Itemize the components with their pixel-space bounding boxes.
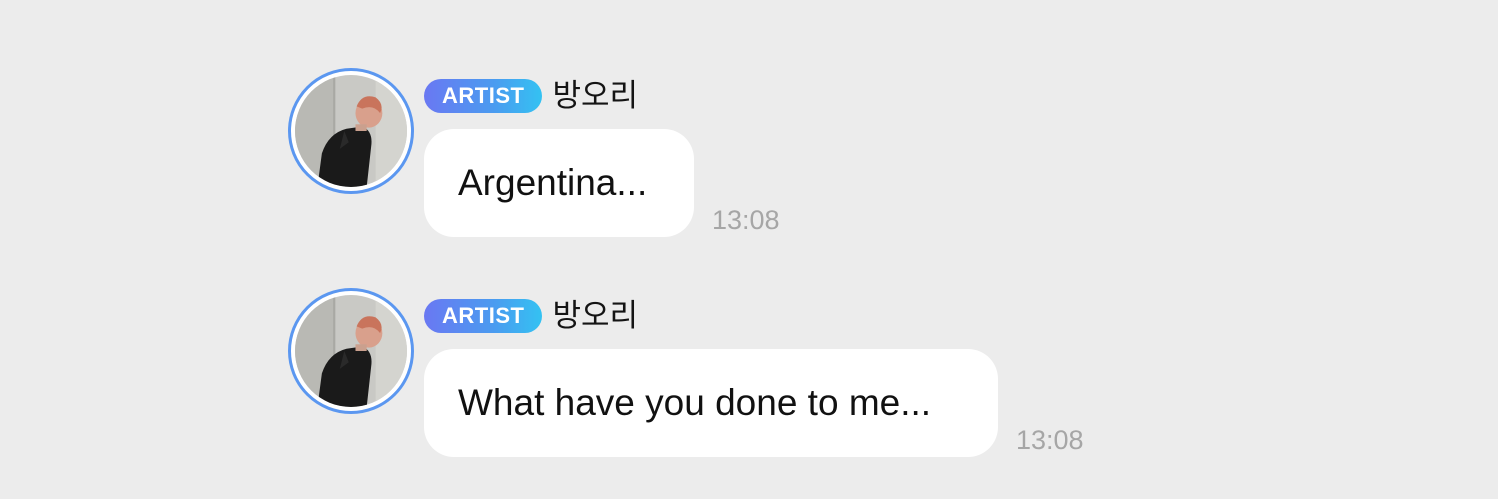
avatar[interactable] (288, 288, 414, 414)
sender-name[interactable]: 방오리 (552, 74, 638, 118)
message-timestamp: 13:08 (712, 205, 780, 235)
chat-thread: ARTIST 방오리 Argentina... 13:08 ARTIST 방오리… (0, 0, 1498, 499)
artist-badge: ARTIST (424, 299, 543, 333)
message-bubble[interactable]: What have you done to me... (424, 349, 998, 457)
avatar[interactable] (288, 68, 414, 194)
chat-message: ARTIST 방오리 What have you done to me... 1… (288, 288, 1388, 488)
message-timestamp: 13:08 (1016, 425, 1084, 455)
profile-photo-icon (295, 295, 407, 407)
message-bubble[interactable]: Argentina... (424, 129, 694, 237)
profile-photo-icon (295, 75, 407, 187)
artist-badge: ARTIST (424, 79, 543, 113)
sender-row: ARTIST 방오리 (424, 294, 638, 338)
sender-name[interactable]: 방오리 (552, 294, 638, 338)
sender-row: ARTIST 방오리 (424, 74, 638, 118)
chat-message: ARTIST 방오리 Argentina... 13:08 (288, 68, 1388, 268)
